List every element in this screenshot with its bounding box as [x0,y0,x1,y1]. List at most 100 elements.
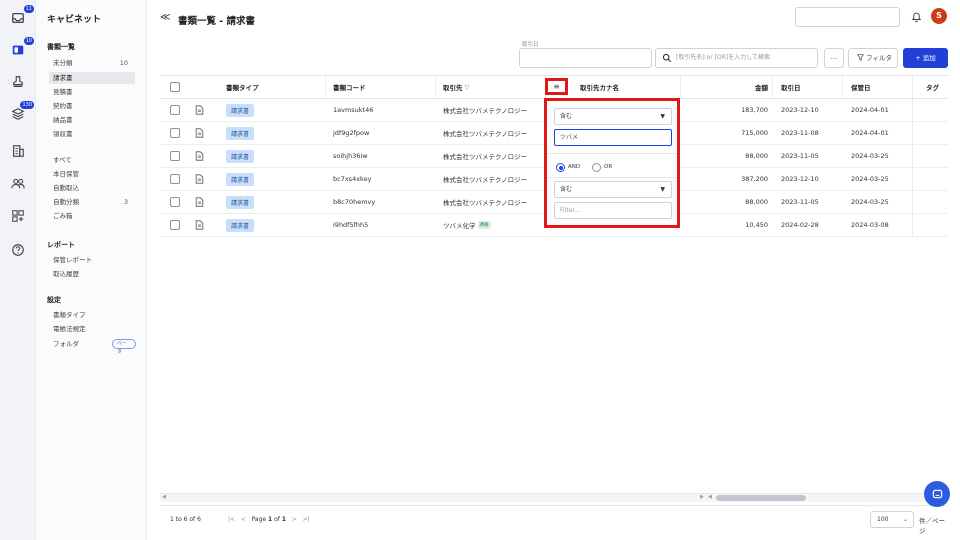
bell-icon[interactable] [911,11,923,23]
chat-icon[interactable] [924,481,950,507]
stamp-icon[interactable] [10,74,26,90]
document-icon [195,168,204,190]
col-header-code[interactable]: 書類コード [333,76,366,98]
col-header-partner[interactable]: 取引先 ▽ [443,76,470,98]
row-checkbox[interactable] [170,145,180,167]
filter-condition-select-1[interactable]: 含む ▼ [554,108,672,125]
section-settings: 設定 [47,296,61,304]
column-menu-button[interactable]: ≡ [545,78,568,95]
row-count: 1 to 6 of 6 [170,516,201,523]
sidebar: キャビネット 書類一覧 未分類 10 請求書 見積書 契約書 納品書 領収書 す… [36,0,147,540]
sidebar-item-delivery[interactable]: 納品書 [52,114,136,126]
col-header-type[interactable]: 書類タイプ [226,76,259,98]
avatar[interactable]: S [931,8,947,24]
sidebar-item-autoclassify[interactable]: 自動分類 3 [52,196,136,208]
scrollbar-thumb[interactable] [716,495,806,501]
sidebar-item-history[interactable]: 取込履歴 [52,268,136,280]
row-checkbox[interactable] [170,191,180,213]
users-icon[interactable] [10,176,26,192]
pagination-bar: 1 to 6 of 6 |< < Page 1 of 1 > >| 100 ⌄ … [160,505,948,535]
add-button[interactable]: + 追加 [903,48,948,68]
row-checkbox[interactable] [170,168,180,190]
sidebar-item-folder[interactable]: フォルダ ベータ [52,338,136,355]
col-header-partner-label: 取引先 [443,84,463,92]
divider [547,177,677,178]
filter-button[interactable]: フィルタ [848,48,898,68]
collapse-sidebar-icon[interactable]: ≪ [160,12,170,23]
sidebar-item-label: 本日保管 [53,170,79,178]
sidebar-item-doctypes[interactable]: 書類タイプ [52,309,136,321]
document-icon [195,122,204,144]
search-icon [662,53,672,63]
filter-value-input-2[interactable]: Filter... [554,202,672,219]
partner-name: 株式会社ツバメテクノロジー [443,176,528,184]
section-docs[interactable]: 書類一覧 [47,42,75,52]
apps-icon[interactable] [10,208,26,224]
partner-name: 株式会社ツバメテクノロジー [443,199,528,207]
next-page-button[interactable]: > [292,516,297,523]
more-options-button[interactable]: ... [824,48,844,68]
keyword-placeholder: [取引先名] or [OR]を入力して検索 [676,54,771,61]
sidebar-item-count: 10 [119,59,128,67]
current-page: 1 [268,516,273,523]
total-pages: 1 [281,516,287,523]
and-radio[interactable] [556,163,565,172]
select-all-checkbox[interactable] [170,76,180,98]
keyword-search-input[interactable]: [取引先名] or [OR]を入力して検索 [655,48,818,68]
doc-code: jdf9g2fpow [333,129,370,137]
stored-date: 2024-03-08 [851,221,889,229]
row-checkbox[interactable] [170,122,180,144]
row-checkbox[interactable] [170,214,180,236]
global-search-input[interactable] [795,7,900,27]
scroll-left-icon[interactable]: ◀ [708,494,712,500]
inbox-badge: 11 [23,5,34,13]
or-radio[interactable] [592,163,601,172]
doc-type-pill: 請求書 [226,172,255,186]
prev-page-button[interactable]: < [241,516,246,523]
doc-type-pill: 請求書 [226,126,255,140]
cabinet-icon[interactable]: 10 [10,37,34,58]
help-icon[interactable] [10,242,26,258]
sidebar-item-count: 3 [123,198,128,206]
filter-condition-select-2[interactable]: 含む ▼ [554,181,672,198]
col-header-amount[interactable]: 金額 [700,76,768,98]
layers-icon[interactable]: 130 [10,101,34,122]
icon-rail: 11 10 130 [0,0,36,540]
horizontal-scrollbar[interactable]: ◀ ▶ ◀ [160,493,948,502]
sidebar-item-report[interactable]: 保管レポート [52,254,136,266]
sidebar-item-today[interactable]: 本日保管 [52,168,136,180]
col-header-date[interactable]: 取引日 [781,76,801,98]
col-header-tag[interactable]: タグ [926,76,939,98]
building-icon[interactable] [10,143,26,159]
col-header-kana[interactable]: 取引先カナ名 [580,76,619,98]
page-of: of [274,516,280,523]
first-page-button[interactable]: |< [228,516,235,523]
amount: 715,000 [741,129,768,137]
inbox-icon[interactable]: 11 [10,5,34,26]
sidebar-item-label: ごみ箱 [53,212,73,220]
scroll-left-icon[interactable]: ◀ [162,494,166,500]
col-header-stored[interactable]: 保管日 [851,76,871,98]
sidebar-item-trash[interactable]: ごみ箱 [52,210,136,222]
sidebar-item-invoice[interactable]: 請求書 [49,72,135,84]
page-size-select[interactable]: 100 ⌄ [870,511,914,528]
page-title: 書類一覧 - 請求書 [178,16,256,27]
sidebar-item-label: 自動分類 [53,198,79,206]
page-size-value: 100 [877,516,889,523]
sidebar-item-receipt[interactable]: 領収書 [52,128,136,140]
filter-value-input-1[interactable]: ツバメ [554,129,672,146]
scroll-right-icon[interactable]: ▶ [700,494,704,500]
sidebar-item-contract[interactable]: 契約書 [52,100,136,112]
sidebar-item-autoimport[interactable]: 自動取込 [52,182,136,194]
row-checkbox[interactable] [170,99,180,121]
date-filter-input[interactable] [519,48,652,68]
sidebar-item-uncategorized[interactable]: 未分類 10 [52,57,136,69]
sidebar-item-label: フォルダ [53,340,79,348]
sidebar-item-quote[interactable]: 見積書 [52,86,136,98]
amount: 88,000 [745,198,768,206]
amount: 10,450 [745,221,768,229]
sidebar-item-rules[interactable]: 電帳法規定 [52,323,136,335]
sidebar-item-all[interactable]: すべて [52,154,136,166]
last-page-button[interactable]: >| [303,516,310,523]
date-filter-label: 取引日 [522,42,539,48]
